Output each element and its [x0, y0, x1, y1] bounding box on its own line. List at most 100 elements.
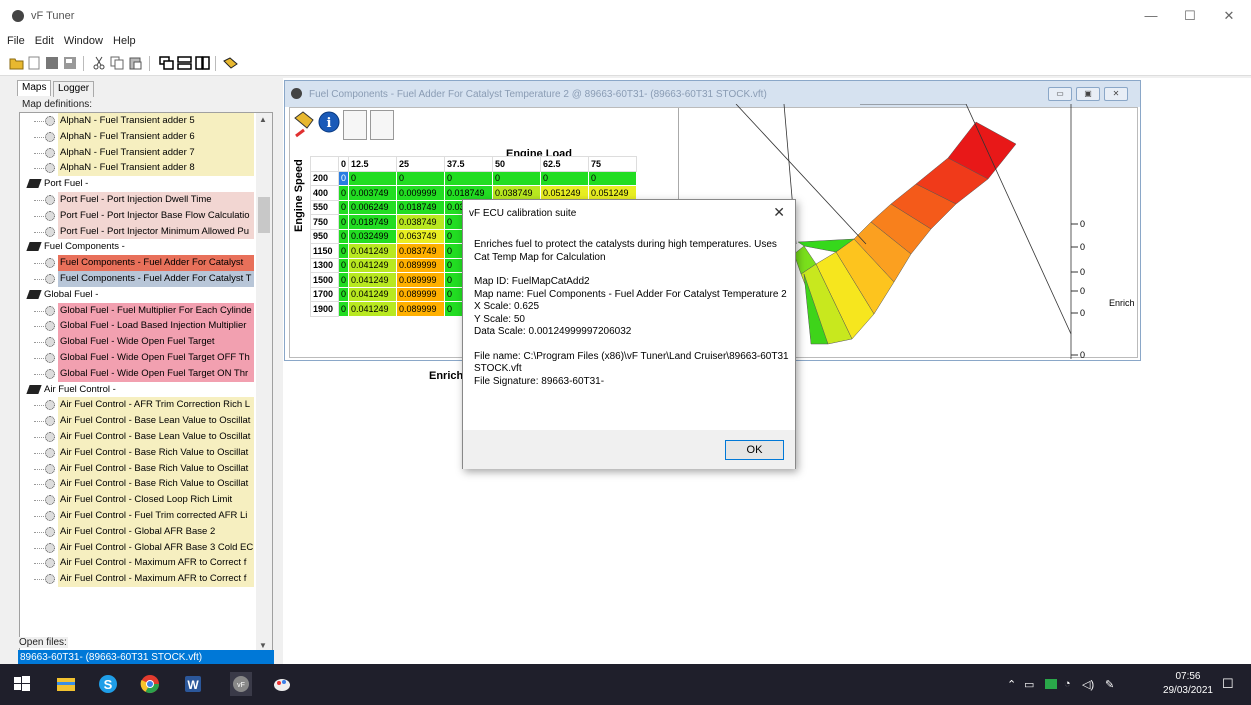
document-icon[interactable]: [370, 110, 394, 140]
tree-map-item[interactable]: AlphaN - Fuel Transient adder 7: [20, 144, 272, 161]
scrollbar-thumb[interactable]: [258, 197, 270, 233]
map-window-close-button[interactable]: ✕: [1104, 87, 1128, 101]
table-cell[interactable]: 0: [337, 243, 350, 259]
battery-icon[interactable]: ▭: [1024, 678, 1034, 691]
info-dialog[interactable]: vF ECU calibration suite ✕ Enriches fuel…: [462, 199, 796, 469]
app-tray-icon[interactable]: [1045, 679, 1057, 689]
pen-icon[interactable]: ✎: [1105, 678, 1114, 691]
tree-map-item[interactable]: Air Fuel Control - Base Lean Value to Os…: [20, 413, 272, 429]
notifications-icon[interactable]: ☐: [1222, 676, 1234, 692]
table-cell[interactable]: 0: [337, 301, 350, 317]
tree-map-item[interactable]: AlphaN - Fuel Transient adder 6: [20, 128, 272, 145]
tab-logger[interactable]: Logger: [53, 81, 95, 97]
table-cell[interactable]: 0: [396, 170, 446, 186]
clock[interactable]: 07:56 29/03/2021: [1163, 670, 1213, 698]
tree-map-item[interactable]: Global Fuel - Wide Open Fuel Target ON T…: [20, 365, 272, 382]
table-cell[interactable]: 0.018749: [348, 214, 398, 230]
tree-map-item[interactable]: Air Fuel Control - Maximum AFR to Correc…: [20, 571, 272, 587]
tree-map-item[interactable]: AlphaN - Fuel Transient adder 5: [20, 113, 272, 129]
table-cell[interactable]: 0.089999: [396, 272, 446, 288]
table-cell[interactable]: 0.041249: [348, 272, 398, 288]
table-cell[interactable]: 0: [444, 170, 494, 186]
table-cell[interactable]: 0.089999: [396, 257, 446, 273]
table-cell[interactable]: 0: [337, 228, 350, 244]
file-explorer-icon[interactable]: [56, 674, 76, 694]
tab-maps[interactable]: Maps: [17, 80, 52, 96]
table-cell[interactable]: 0.018749: [396, 199, 446, 215]
table-cell[interactable]: 0: [337, 257, 350, 273]
table-cell[interactable]: 0.041249: [348, 301, 398, 317]
table-cell[interactable]: 0: [337, 170, 350, 186]
save-as-icon[interactable]: [63, 56, 78, 70]
table-cell[interactable]: 0.083749: [396, 243, 446, 259]
maximize-button[interactable]: ☐: [1175, 6, 1205, 26]
tree-category[interactable]: Fuel Components -: [20, 239, 272, 256]
info-icon[interactable]: i: [317, 110, 341, 140]
paint-icon[interactable]: [292, 110, 316, 140]
table-cell[interactable]: 0: [337, 286, 350, 302]
vf-tuner-taskbar-icon[interactable]: vF: [230, 672, 252, 696]
tree-map-item[interactable]: Fuel Components - Fuel Adder For Catalys…: [20, 270, 272, 287]
tree-map-item[interactable]: Global Fuel - Fuel Multiplier For Each C…: [20, 302, 272, 319]
tree-map-item[interactable]: Air Fuel Control - Base Rich Value to Os…: [20, 460, 272, 477]
network-icon[interactable]: ◔: [1064, 678, 1071, 690]
table-cell[interactable]: 0: [348, 170, 398, 186]
table-cell[interactable]: 0.038749: [492, 185, 542, 201]
tree-map-item[interactable]: Global Fuel - Load Based Injection Multi…: [20, 318, 272, 335]
table-cell[interactable]: 0: [540, 170, 590, 186]
start-windows-icon[interactable]: [12, 674, 32, 694]
table-cell[interactable]: 0: [492, 170, 542, 186]
paste-icon[interactable]: [128, 56, 143, 70]
map-window-minimize-button[interactable]: ▭: [1048, 87, 1072, 101]
table-cell[interactable]: 0.051249: [588, 185, 638, 201]
table-cell[interactable]: 0.009999: [396, 185, 446, 201]
table-cell[interactable]: 0.041249: [348, 257, 398, 273]
table-cell[interactable]: 0: [588, 170, 638, 186]
table-cell[interactable]: 0.089999: [396, 286, 446, 302]
ok-button[interactable]: OK: [725, 440, 784, 460]
cut-icon[interactable]: [92, 56, 107, 70]
minimize-button[interactable]: —: [1136, 6, 1166, 26]
map-window-restore-button[interactable]: ▣: [1076, 87, 1100, 101]
tree-map-item[interactable]: Port Fuel - Port Injector Base Flow Calc…: [20, 207, 272, 224]
copy-icon[interactable]: [110, 56, 125, 70]
menu-window[interactable]: Window: [64, 35, 103, 47]
tree-category[interactable]: Air Fuel Control -: [20, 381, 272, 398]
cascade-icon[interactable]: [159, 56, 174, 70]
tree-map-item[interactable]: Global Fuel - Wide Open Fuel Target OFF …: [20, 349, 272, 366]
tree-scrollbar[interactable]: ▲ ▼: [256, 113, 272, 655]
table-cell[interactable]: 0.063749: [396, 228, 446, 244]
map-tree[interactable]: AlphaN - Fuel Transient adder 5 AlphaN - …: [19, 112, 273, 656]
tree-map-item[interactable]: Fuel Components - Fuel Adder For Catalys…: [20, 255, 272, 271]
volume-icon[interactable]: ◁): [1082, 678, 1094, 691]
table-cell[interactable]: 0.051249: [540, 185, 590, 201]
table-cell[interactable]: 0: [337, 185, 350, 201]
tile-horizontal-icon[interactable]: [177, 56, 192, 70]
tree-map-item[interactable]: Air Fuel Control - Base Lean Value to Os…: [20, 428, 272, 445]
tree-category[interactable]: Port Fuel -: [20, 176, 272, 192]
tree-map-item[interactable]: Air Fuel Control - Base Rich Value to Os…: [20, 476, 272, 493]
tray-expand-icon[interactable]: ⌃: [1007, 678, 1016, 691]
chrome-icon[interactable]: [140, 674, 160, 694]
menu-edit[interactable]: Edit: [35, 35, 54, 47]
tile-vertical-icon[interactable]: [195, 56, 210, 70]
table-cell[interactable]: 0.089999: [396, 301, 446, 317]
menu-file[interactable]: File: [7, 35, 25, 47]
table-cell[interactable]: 0: [337, 272, 350, 288]
skype-icon[interactable]: S: [98, 674, 118, 694]
table-cell[interactable]: 0.041249: [348, 286, 398, 302]
paint-app-icon[interactable]: [272, 674, 292, 694]
tree-map-item[interactable]: Air Fuel Control - Fuel Trim corrected A…: [20, 507, 272, 524]
tree-map-item[interactable]: Air Fuel Control - Closed Loop Rich Limi…: [20, 492, 272, 508]
tree-map-item[interactable]: Air Fuel Control - Maximum AFR to Correc…: [20, 555, 272, 572]
menu-help[interactable]: Help: [113, 35, 136, 47]
tree-map-item[interactable]: AlphaN - Fuel Transient adder 8: [20, 160, 272, 177]
save-icon[interactable]: [45, 56, 60, 70]
table-cell[interactable]: 0.038749: [396, 214, 446, 230]
table-cell[interactable]: 0.018749: [444, 185, 494, 201]
document-icon[interactable]: [343, 110, 367, 140]
table-cell[interactable]: 0.006249: [348, 199, 398, 215]
scroll-up-arrow-icon[interactable]: ▲: [259, 115, 267, 124]
table-cell[interactable]: 0: [337, 199, 350, 215]
scroll-down-arrow-icon[interactable]: ▼: [259, 641, 267, 650]
